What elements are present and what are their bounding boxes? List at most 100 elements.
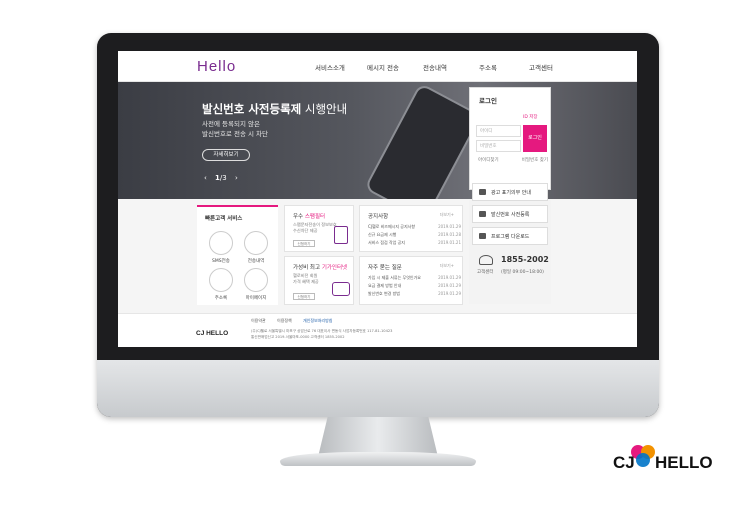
headset-icon: [479, 255, 493, 265]
footer-logo: CJ HELLO: [196, 330, 229, 337]
top-nav: Hello 서비스소개 메시지 전송 전송내역 주소록 고객센터: [118, 51, 637, 82]
program-download-button[interactable]: 프로그램 다운로드: [472, 227, 548, 245]
notice-row[interactable]: 신규 요금제 시행 2019.01.28: [368, 232, 461, 238]
faq-more-link[interactable]: 더보기+: [440, 263, 454, 269]
next-arrow-icon[interactable]: ›: [235, 174, 238, 182]
notice-row-text: CJ헬로 비즈메시지 공지사항: [368, 224, 415, 229]
site-logo[interactable]: Hello: [197, 58, 236, 75]
message-icon: [479, 189, 486, 195]
login-box: 로그인 ID 저장 아이디 비밀번호 로그인 아이디찾기 비밀번호 찾기: [469, 87, 551, 190]
faq-row-text: 가입 시 제출 서류는 무엇인가요: [368, 275, 421, 280]
footer-link-policy[interactable]: 이용정책: [277, 318, 292, 323]
monitor-stand-base: [280, 452, 476, 466]
login-links: 아이디찾기 비밀번호 찾기: [478, 157, 548, 163]
footer: CJ HELLO 이용약관 이용정책 개인정보처리방침 (주)CJ헬로 서울특별…: [118, 313, 637, 347]
find-password-link[interactable]: 비밀번호 찾기: [522, 157, 548, 163]
quick-item-mypage[interactable]: 마이페이지: [238, 295, 274, 301]
faq-title: 자주 묻는 질문: [368, 265, 402, 271]
password-input[interactable]: 비밀번호: [476, 140, 521, 152]
faq-row[interactable]: 발신번호 변경 방법 2019.01.29: [368, 291, 461, 297]
spam-card-text: 스팸문자전송이 정보보호 수신차단 제공: [293, 222, 337, 234]
notice-row[interactable]: CJ헬로 비즈메시지 공지사항 2019.01.29: [368, 224, 461, 230]
sms-icon[interactable]: [209, 231, 233, 255]
nav-item-support[interactable]: 고객센터: [529, 62, 553, 72]
hero-sub-line2: 발신번호로 전송 시 차단: [202, 130, 268, 138]
quick-item-address[interactable]: 주소록: [203, 295, 239, 301]
notice-row-text: 서비스 점검 작업 공지: [368, 240, 405, 245]
program-download-label: 프로그램 다운로드: [491, 234, 530, 240]
faq-panel: 자주 묻는 질문 더보기+ 가입 시 제출 서류는 무엇인가요 2019.01.2…: [359, 256, 463, 305]
address-book-icon[interactable]: [209, 268, 233, 292]
internet-card[interactable]: 가성비 최고 기가인터넷 헬로비전 회원 가격 혜택 제공 신청하기: [284, 256, 354, 305]
nav-item-address[interactable]: 주소록: [479, 62, 497, 72]
id-input[interactable]: 아이디: [476, 125, 521, 137]
spam-card-title-prefix: 우수: [293, 214, 305, 220]
hero-subtitle: 사전에 등록되지 않은 발신번호로 전송 시 차단: [202, 119, 268, 139]
spam-card-line2: 수신차단 제공: [293, 228, 318, 233]
faq-row-date: 2019.01.29: [438, 283, 461, 288]
quick-service-panel: 빠른고객 서비스 SMS전송 전송내역 주소록 마이페이지: [197, 205, 278, 305]
nav-item-history[interactable]: 전송내역: [423, 62, 447, 72]
ad-notice-label: 광고 표기의무 안내: [491, 190, 531, 196]
notice-row-date: 2019.01.21: [438, 240, 461, 245]
prev-arrow-icon[interactable]: ‹: [204, 174, 207, 182]
download-icon: [479, 233, 486, 239]
footer-address: (주)CJ헬로 서울특별시 마포구 상암산로 76 대표이사 변동식 사업자등록…: [251, 328, 451, 340]
phone-shield-icon: [334, 226, 348, 244]
user-icon[interactable]: [244, 268, 268, 292]
spam-card-title: 우수 스팸필터: [293, 212, 325, 220]
internet-card-title: 가성비 최고 기가인터넷: [293, 263, 347, 271]
login-title: 로그인: [479, 97, 497, 105]
monitor-stand-neck: [318, 417, 438, 457]
hero-sub-line1: 사전에 등록되지 않은: [202, 120, 260, 128]
spam-card-more-button[interactable]: 신청하기: [293, 240, 315, 247]
caller-id-label: 발신번호 사전등록: [491, 212, 530, 218]
hero-banner: 발신번호 사전등록제 시행안내 사전에 등록되지 않은 발신번호로 전송 시 차…: [118, 82, 637, 222]
laptop-icon: [332, 282, 350, 296]
quick-item-sms[interactable]: SMS전송: [203, 258, 239, 264]
nav-item-service[interactable]: 서비스소개: [315, 62, 345, 72]
login-button[interactable]: 로그인: [523, 125, 547, 152]
support-hours: (평일 09:00~18:00): [501, 270, 544, 275]
quick-service-title: 빠른고객 서비스: [205, 216, 243, 222]
faq-row-date: 2019.01.29: [438, 275, 461, 280]
find-id-link[interactable]: 아이디찾기: [478, 158, 499, 163]
pager-total: /3: [219, 174, 227, 182]
footer-link-terms[interactable]: 이용약관: [251, 318, 266, 323]
footer-address-line2: 통신판매업신고 2019-서울마포-0000 고객센터 1855-2002: [251, 335, 345, 339]
caller-id-register-button[interactable]: 발신번호 사전등록: [472, 205, 548, 223]
spam-filter-card[interactable]: 우수 스팸필터 스팸문자전송이 정보보호 수신차단 제공 신청하기: [284, 205, 354, 252]
nav-item-send[interactable]: 메시지 전송: [367, 62, 399, 72]
notice-row-date: 2019.01.28: [438, 232, 461, 237]
hero-title-light: 시행안내: [301, 102, 348, 116]
brand-hello: HELLO: [655, 453, 713, 472]
internet-card-more-button[interactable]: 신청하기: [293, 293, 315, 300]
faq-row-text: 발신번호 변경 방법: [368, 291, 400, 296]
id-save-checkbox[interactable]: ID 저장: [523, 114, 538, 120]
content-area: 빠른고객 서비스 SMS전송 전송내역 주소록 마이페이지 우수 스팸필터 스팸…: [118, 199, 637, 313]
footer-links: 이용약관 이용정책 개인정보처리방침: [251, 318, 342, 324]
notice-title: 공지사항: [368, 214, 389, 220]
notice-row-date: 2019.01.29: [438, 224, 461, 229]
internet-card-text: 헬로비전 회원 가격 혜택 제공: [293, 273, 319, 285]
support-phone-number: 1855-2002: [501, 255, 549, 264]
notice-row[interactable]: 서비스 점검 작업 공지 2019.01.21: [368, 240, 461, 246]
notice-panel: 공지사항 더보기+ CJ헬로 비즈메시지 공지사항 2019.01.29 신규 요…: [359, 205, 463, 252]
banner-pager: ‹ 1/3 ›: [204, 174, 244, 182]
faq-row[interactable]: 가입 시 제출 서류는 무엇인가요 2019.01.29: [368, 275, 461, 281]
notice-row-text: 신규 요금제 시행: [368, 232, 397, 237]
brand-cj: CJ: [613, 453, 635, 472]
quick-item-history[interactable]: 전송내역: [238, 258, 274, 264]
internet-card-title-hl: 기가인터넷: [321, 265, 348, 271]
monitor-chin: [97, 360, 659, 417]
details-button[interactable]: 자세히보기: [202, 149, 250, 161]
ad-notice-button[interactable]: 광고 표기의무 안내: [472, 183, 548, 201]
phone-icon: [479, 211, 486, 217]
notice-more-link[interactable]: 더보기+: [440, 212, 454, 218]
footer-link-privacy[interactable]: 개인정보처리방침: [303, 318, 332, 323]
faq-row[interactable]: 요금 결제 방법 안내 2019.01.29: [368, 283, 461, 289]
hero-title-bold: 발신번호 사전등록제: [202, 102, 302, 116]
history-icon[interactable]: [244, 231, 268, 255]
internet-card-title-prefix: 가성비 최고: [293, 265, 322, 271]
screen: Hello 서비스소개 메시지 전송 전송내역 주소록 고객센터 발신번호 사전…: [118, 51, 637, 347]
